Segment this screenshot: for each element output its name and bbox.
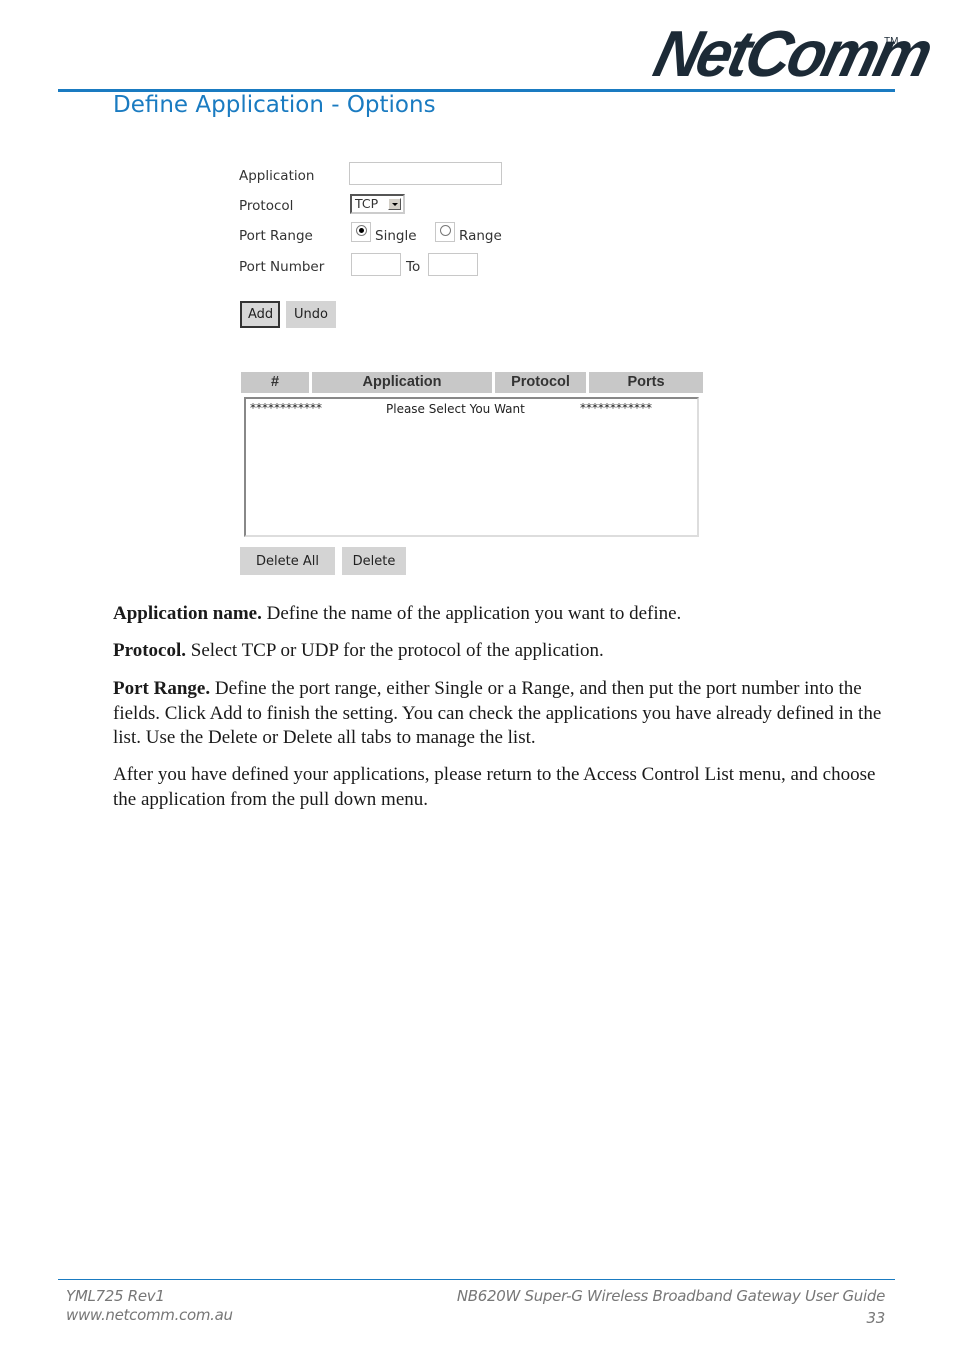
single-radio-container[interactable] [351, 222, 371, 242]
range-radio-container[interactable] [435, 222, 455, 242]
single-radio[interactable] [356, 225, 367, 236]
term-protocol: Protocol. [113, 640, 186, 661]
paragraph-after-defining: After you have defined your applications… [113, 764, 876, 810]
port-from-input[interactable] [351, 253, 401, 276]
dropdown-arrow-icon[interactable] [388, 198, 401, 210]
range-radio-label[interactable]: Range [459, 228, 502, 244]
undo-button[interactable]: Undo [286, 301, 336, 328]
application-input[interactable] [349, 162, 502, 185]
section-title: Define Application - Options [113, 92, 436, 118]
footer-divider [58, 1279, 895, 1280]
column-header-application: Application [312, 372, 492, 393]
list-item-right-stars[interactable]: ************ [580, 401, 652, 415]
applications-listbox[interactable]: ************ Please Select You Want ****… [244, 397, 699, 537]
delete-all-button[interactable]: Delete All [240, 547, 335, 575]
add-button[interactable]: Add [240, 301, 280, 328]
footer-page-number: 33 [866, 1309, 886, 1327]
netcomm-logo: NetComm [647, 18, 937, 91]
paragraph-port-range: Port Range. Define the port range, eithe… [113, 678, 882, 748]
range-radio[interactable] [440, 225, 451, 236]
protocol-select[interactable]: TCP [350, 194, 405, 214]
footer-guide-title: NB620W Super-G Wireless Broadband Gatewa… [456, 1287, 885, 1305]
port-range-label: Port Range [239, 228, 313, 244]
to-label: To [406, 259, 421, 275]
port-to-input[interactable] [428, 253, 478, 276]
port-number-label: Port Number [239, 259, 325, 275]
term-port-range: Port Range. [113, 678, 211, 699]
delete-button[interactable]: Delete [342, 547, 406, 575]
column-header-ports: Ports [589, 372, 703, 393]
term-application-name: Application name. [113, 603, 262, 624]
column-header-protocol: Protocol [495, 372, 586, 393]
footer-website: www.netcomm.com.au [66, 1306, 233, 1324]
footer-doc-code: YML725 Rev1 [66, 1287, 165, 1305]
application-label: Application [239, 168, 315, 184]
list-item-left-stars[interactable]: ************ [250, 401, 322, 415]
paragraph-application-name: Application name. Define the name of the… [113, 603, 682, 624]
single-radio-label[interactable]: Single [375, 228, 417, 244]
protocol-label: Protocol [239, 198, 294, 214]
paragraph-protocol: Protocol. Select TCP or UDP for the prot… [113, 640, 604, 661]
protocol-selected-value: TCP [355, 196, 379, 211]
column-header-number: # [241, 372, 309, 393]
list-item-placeholder[interactable]: Please Select You Want [386, 402, 525, 416]
trademark-symbol: TM [884, 36, 899, 47]
